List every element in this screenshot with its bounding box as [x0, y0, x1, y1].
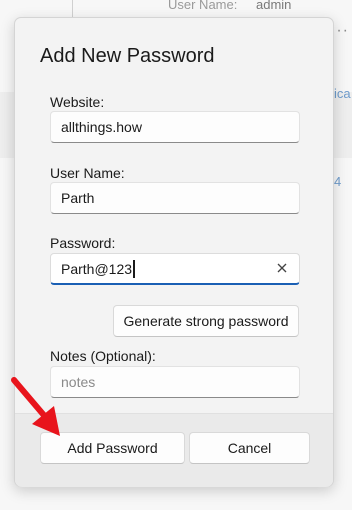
background-user-name-label: User Name: [168, 0, 238, 12]
generate-strong-password-button[interactable]: Generate strong password [113, 305, 299, 337]
notes-placeholder: notes [61, 374, 96, 390]
website-label: Website: [50, 94, 105, 110]
dialog-title: Add New Password [40, 45, 215, 67]
notes-label: Notes (Optional): [50, 348, 156, 364]
red-arrow-icon [11, 377, 60, 436]
password-input[interactable]: Parth@123 [50, 253, 300, 285]
text-caret [133, 260, 135, 279]
website-input-value: allthings.how [61, 119, 142, 135]
password-label: Password: [50, 235, 116, 251]
background-user-name-value: admin [256, 0, 292, 12]
user-name-label: User Name: [50, 165, 125, 181]
cancel-button[interactable]: Cancel [189, 432, 310, 464]
notes-input[interactable]: notes [50, 366, 300, 398]
website-input[interactable]: allthings.how [50, 111, 300, 143]
user-name-input-value: Parth [61, 190, 95, 206]
password-input-value: Parth@123 [61, 261, 133, 277]
background-side-text: ica [334, 86, 351, 101]
close-icon[interactable] [275, 261, 289, 275]
background-side-number: 4 [334, 174, 342, 189]
background-divider [72, 0, 73, 18]
user-name-input[interactable]: Parth [50, 182, 300, 214]
